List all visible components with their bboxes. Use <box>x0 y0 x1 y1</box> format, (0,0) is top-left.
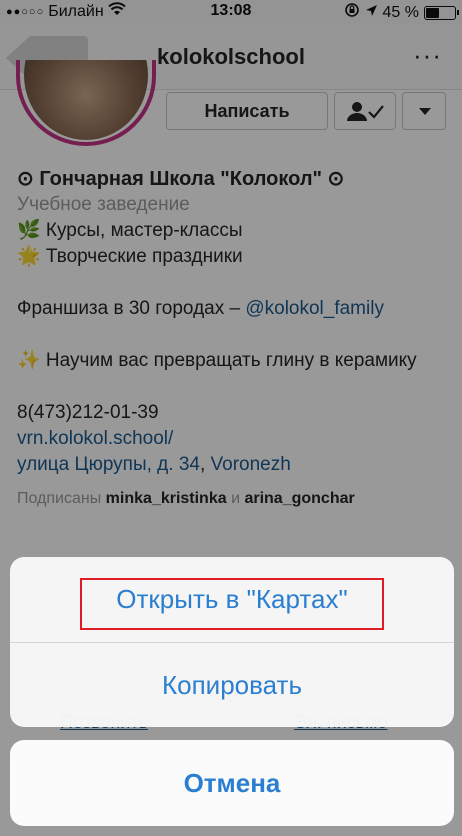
cancel-button[interactable]: Отмена <box>10 740 454 826</box>
copy-button[interactable]: Копировать <box>10 642 454 727</box>
highlight-box <box>80 578 384 630</box>
action-sheet: Открыть в "Картах" Копировать <box>10 557 454 727</box>
